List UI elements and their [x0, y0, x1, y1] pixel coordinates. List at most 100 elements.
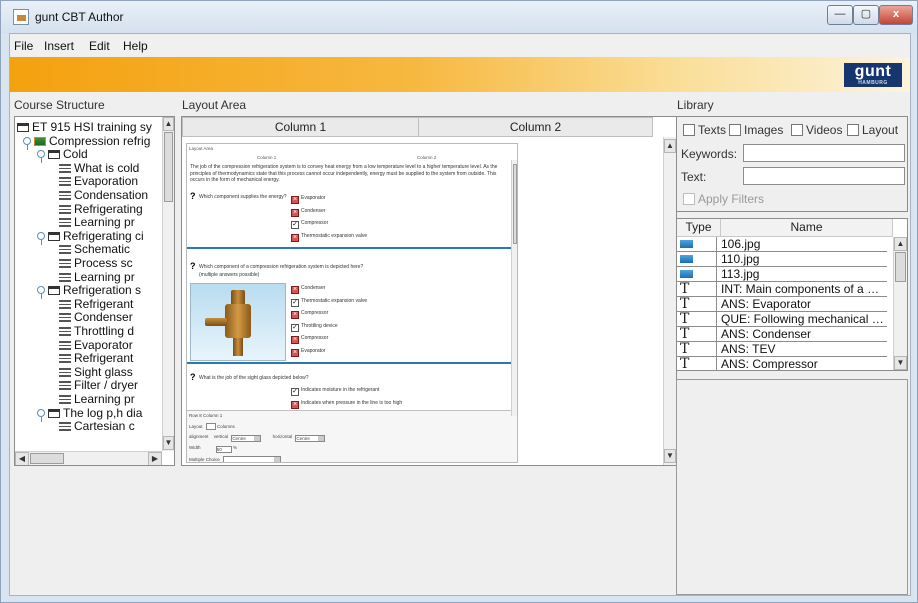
- layout-document[interactable]: Layout Area Column 1 Column 2 The job of…: [186, 143, 518, 463]
- tree-item[interactable]: Refrigerating: [59, 202, 143, 216]
- answer-option[interactable]: × Condenser: [291, 207, 325, 217]
- width-input[interactable]: 50: [215, 446, 232, 453]
- tree-item[interactable]: Refrigerant: [59, 297, 133, 311]
- column-1-header[interactable]: Column 1: [182, 117, 419, 137]
- tree-item[interactable]: Condenser: [59, 311, 133, 324]
- scroll-up-button[interactable]: ▲: [894, 237, 907, 251]
- doc-scrollbar[interactable]: [511, 160, 517, 416]
- answer-option[interactable]: × Indicates when pressure in the line is …: [291, 399, 402, 409]
- filter-videos[interactable]: Videos: [791, 123, 842, 137]
- menu-insert[interactable]: Insert: [44, 39, 74, 53]
- answer-option[interactable]: ✓ Indicates moisture in the refrigerant: [291, 386, 379, 396]
- title-bar[interactable]: gunt CBT Author — ▢ x: [1, 1, 917, 33]
- library-row[interactable]: T ANS: Condenser: [677, 327, 887, 342]
- expand-toggle-icon[interactable]: [23, 136, 31, 150]
- check-mark-icon[interactable]: ✓: [291, 323, 299, 332]
- answer-option[interactable]: ✓ Compressor: [291, 219, 328, 229]
- maximize-button[interactable]: ▢: [853, 5, 879, 25]
- answer-option[interactable]: ✓ Thermostatic expansion valve: [291, 297, 367, 307]
- library-table[interactable]: Type Name 106.jpg 110.jpg 113.jpg T INT: Mai…: [676, 218, 908, 371]
- tree-item[interactable]: Evaporation: [59, 175, 138, 188]
- scroll-down-button[interactable]: ▼: [894, 356, 907, 370]
- scroll-right-button[interactable]: ▶: [148, 452, 162, 465]
- keywords-input[interactable]: [743, 144, 905, 162]
- columns-stepper[interactable]: [205, 423, 216, 430]
- tree-item[interactable]: Refrigerant: [59, 352, 133, 365]
- menu-help[interactable]: Help: [123, 39, 148, 53]
- hscroll-thumb[interactable]: [30, 453, 64, 464]
- scroll-up-button[interactable]: ▲: [664, 139, 676, 153]
- menu-edit[interactable]: Edit: [89, 39, 110, 53]
- minimize-button[interactable]: —: [827, 5, 853, 25]
- answer-option[interactable]: × Thermostatic expansion valve: [291, 232, 367, 242]
- answer-option[interactable]: × Condenser: [291, 284, 325, 294]
- filter-texts[interactable]: Texts: [683, 123, 726, 137]
- library-row[interactable]: T ANS: Compressor: [677, 357, 887, 370]
- apply-filters-checkbox[interactable]: [683, 193, 695, 205]
- tree-vertical-scrollbar[interactable]: ▲ ▼: [162, 117, 174, 451]
- wrong-mark-icon[interactable]: ×: [291, 286, 299, 294]
- tree-item[interactable]: Throttling d: [59, 325, 134, 338]
- videos-checkbox[interactable]: [791, 124, 803, 136]
- tree-item[interactable]: Compression refrig: [23, 134, 150, 150]
- scroll-up-button[interactable]: ▲: [163, 117, 174, 131]
- vertical-select[interactable]: Centre: [231, 435, 262, 442]
- tree-item[interactable]: Schematic: [59, 243, 130, 256]
- doc-scroll-thumb[interactable]: [513, 164, 517, 244]
- expand-toggle-icon[interactable]: [37, 286, 45, 300]
- tree-item[interactable]: Sight glass: [59, 365, 133, 379]
- library-row[interactable]: 113.jpg: [677, 267, 887, 282]
- answer-option[interactable]: × Compressor: [291, 334, 328, 344]
- wrong-mark-icon[interactable]: ×: [291, 400, 299, 409]
- course-tree[interactable]: ET 915 HSI training sy Compression refrig…: [14, 116, 175, 466]
- type-column-header[interactable]: Type: [677, 219, 721, 237]
- name-column-header[interactable]: Name: [721, 219, 893, 237]
- tree-item[interactable]: The log p,h dia: [37, 406, 142, 422]
- library-row[interactable]: 110.jpg: [677, 252, 887, 267]
- check-mark-icon[interactable]: ✓: [291, 388, 299, 396]
- layout-vertical-scrollbar[interactable]: ▲ ▼: [663, 137, 676, 465]
- tree-item[interactable]: Evaporator: [59, 338, 133, 352]
- library-row[interactable]: T QUE: Following mechanical ener...: [677, 312, 887, 327]
- images-checkbox[interactable]: [729, 124, 741, 136]
- tree-item[interactable]: Cold: [37, 148, 88, 164]
- expand-toggle-icon[interactable]: [37, 231, 45, 245]
- wrong-mark-icon[interactable]: ×: [291, 336, 299, 344]
- filter-layout[interactable]: Layout: [847, 123, 898, 137]
- tree-item[interactable]: Condensation: [59, 189, 148, 202]
- check-mark-icon[interactable]: ✓: [291, 221, 299, 229]
- check-mark-icon[interactable]: ✓: [291, 298, 299, 307]
- tree-item[interactable]: Learning pr: [59, 216, 135, 229]
- scroll-left-button[interactable]: ◀: [15, 452, 29, 465]
- filter-images[interactable]: Images: [729, 123, 783, 137]
- expand-toggle-icon[interactable]: [37, 408, 45, 422]
- library-row[interactable]: 106.jpg: [677, 237, 887, 252]
- answer-option[interactable]: × Evaporator: [291, 347, 325, 357]
- tree-item[interactable]: What is cold: [59, 161, 139, 175]
- wrong-mark-icon[interactable]: ×: [291, 208, 299, 217]
- scroll-down-button[interactable]: ▼: [163, 436, 174, 450]
- tree-item[interactable]: ET 915 HSI training sy: [17, 121, 152, 134]
- wrong-mark-icon[interactable]: ×: [291, 196, 299, 204]
- answer-option[interactable]: ✓ Throttling device: [291, 322, 338, 332]
- layout-area[interactable]: Column 1 Column 2 Layout Area Column 1 C…: [181, 116, 677, 466]
- library-row[interactable]: T ANS: Evaporator: [677, 297, 887, 312]
- tree-item[interactable]: Cartesian c: [59, 420, 135, 433]
- text-input[interactable]: [743, 167, 905, 185]
- scroll-thumb[interactable]: [895, 252, 906, 282]
- tree-item[interactable]: Filter / dryer: [59, 379, 138, 392]
- tree-horizontal-scrollbar[interactable]: ◀ ▶: [15, 451, 162, 465]
- menu-file[interactable]: File: [14, 39, 33, 53]
- library-row[interactable]: T ANS: TEV: [677, 342, 887, 357]
- multiple-choice-select[interactable]: [223, 456, 282, 462]
- library-row[interactable]: T INT: Main components of a comp...: [677, 282, 887, 297]
- expand-toggle-icon[interactable]: [37, 150, 45, 164]
- column-2-header[interactable]: Column 2: [418, 117, 653, 137]
- apply-filters[interactable]: Apply Filters: [683, 192, 764, 206]
- wrong-mark-icon[interactable]: ×: [291, 311, 299, 319]
- answer-option[interactable]: × Compressor: [291, 309, 328, 319]
- tree-item[interactable]: Process sc: [59, 257, 133, 270]
- layout-checkbox[interactable]: [847, 124, 859, 136]
- wrong-mark-icon[interactable]: ×: [291, 233, 299, 242]
- tree-item[interactable]: Learning pr: [59, 270, 135, 284]
